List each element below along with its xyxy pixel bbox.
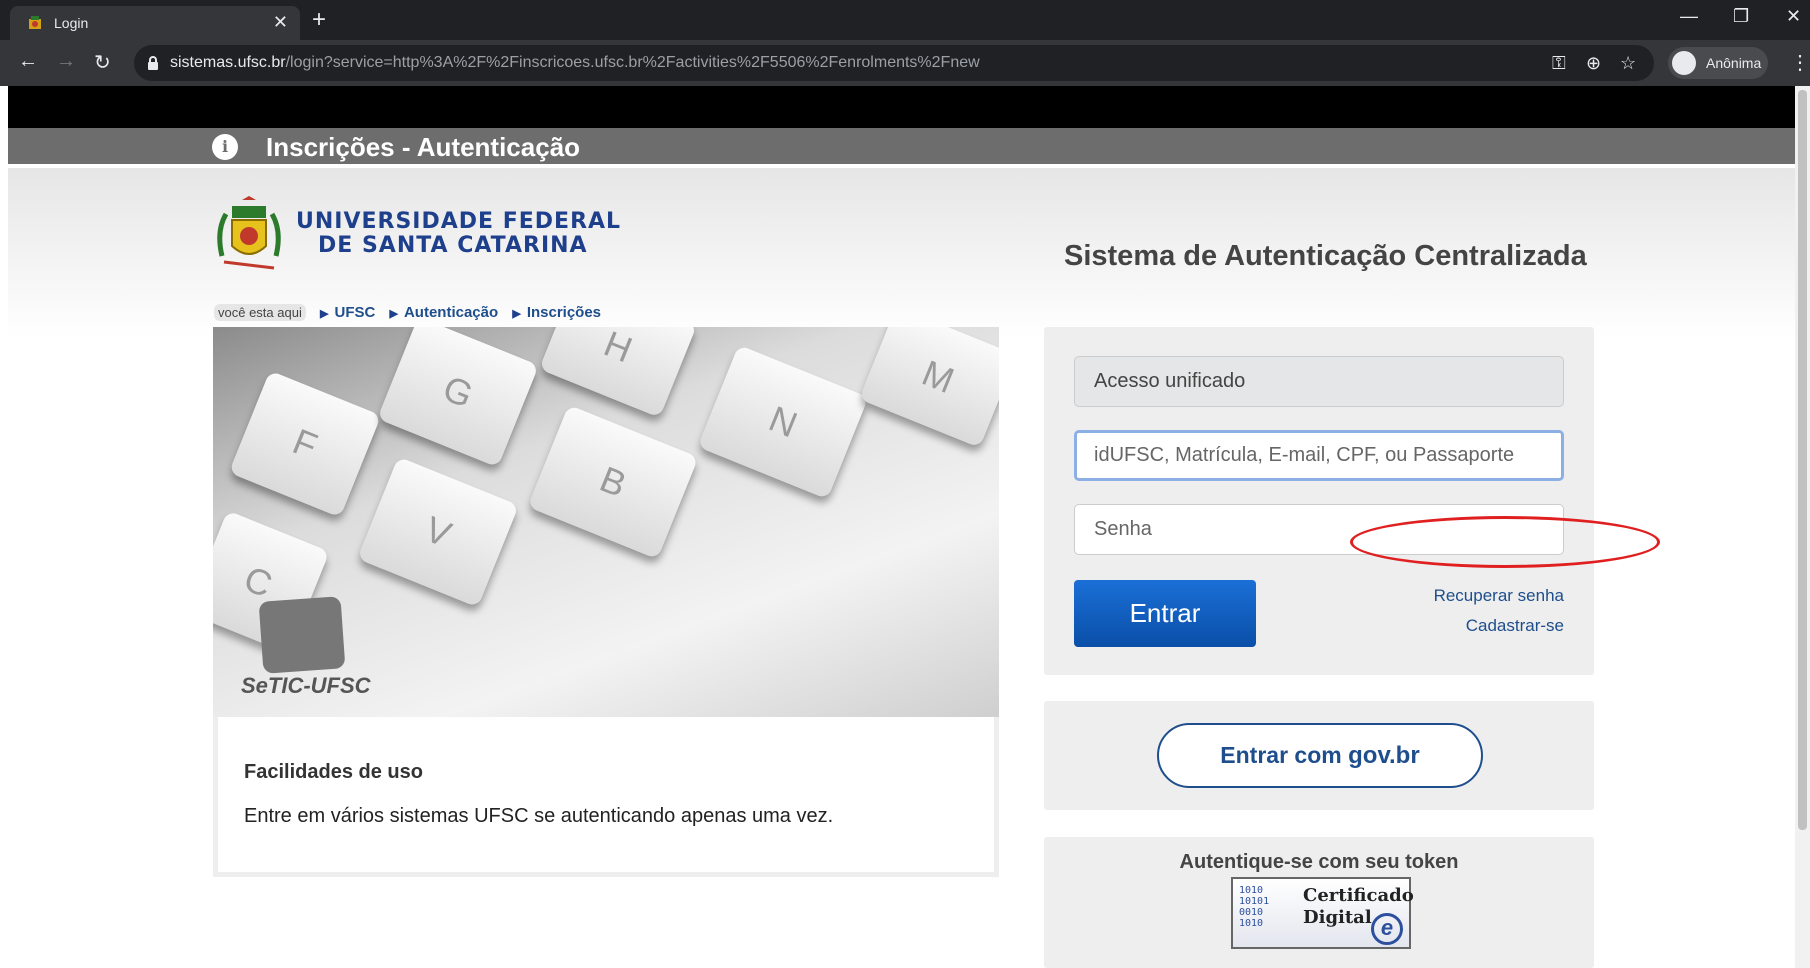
breadcrumb-arrow-icon: ▶ [320, 308, 329, 320]
token-title: Autentique-se com seu token [1179, 851, 1459, 873]
university-name-line2: DE SANTA CATARINA [318, 233, 588, 258]
forward-icon[interactable]: → [56, 50, 76, 73]
tab-close-icon[interactable]: ✕ [273, 12, 288, 33]
university-name: UNIVERSIDADE FEDERAL DE SANTA CATARINA [296, 210, 621, 258]
restore-icon[interactable]: ❐ [1733, 6, 1749, 27]
reload-icon[interactable]: ↻ [94, 50, 111, 75]
browser-tabbar: Login ✕ + — ❐ ✕ [0, 0, 1810, 40]
info-box: Facilidades de uso Entre em vários siste… [213, 717, 999, 877]
key-m: M [859, 327, 999, 448]
password-input[interactable]: Senha [1074, 504, 1564, 555]
binary-pattern-icon: 1010 10101 0010 1010 [1239, 885, 1270, 929]
breadcrumb-autenticacao[interactable]: Autenticação [404, 304, 498, 321]
register-link[interactable]: Cadastrar-se [1466, 616, 1564, 636]
login-button[interactable]: Entrar [1074, 580, 1256, 647]
close-window-icon[interactable]: ✕ [1786, 6, 1801, 27]
info-heading: Facilidades de uso [244, 761, 423, 783]
ufsc-favicon-icon [29, 16, 41, 29]
menu-icon[interactable]: ⋮ [1790, 50, 1810, 75]
system-title: Sistema de Autenticação Centralizada [1064, 240, 1587, 272]
govbr-login-button[interactable]: Entrar com gov.br [1157, 723, 1483, 788]
govbr-panel: Entrar com gov.br [1044, 701, 1594, 810]
keyboard-banner-image: F G H V B N M C SeTIC-UFSC [213, 327, 999, 717]
top-black-bar [8, 86, 1803, 128]
university-name-line1: UNIVERSIDADE FEDERAL [296, 209, 622, 234]
token-panel: Autentique-se com seu token 1010 10101 001… [1044, 837, 1594, 968]
login-panel: Acesso unificado idUFSC, Matrícula, E-ma… [1044, 327, 1594, 675]
breadcrumb-arrow-icon: ▶ [389, 308, 398, 320]
header-bar: i Inscrições - Autenticação [8, 128, 1803, 164]
breadcrumb-arrow-icon: ▶ [512, 308, 521, 320]
minimize-icon[interactable]: — [1680, 6, 1698, 27]
govbr-brand: gov.br [1348, 742, 1420, 769]
url-text: sistemas.ufsc.br/login?service=http%3A%2… [170, 54, 980, 71]
unified-access-label: Acesso unificado [1074, 356, 1564, 407]
username-input[interactable]: idUFSC, Matrícula, E-mail, CPF, ou Passa… [1074, 430, 1564, 481]
tab-title: Login [54, 15, 89, 31]
certificate-line1: Certificado [1303, 885, 1414, 906]
setic-brand: SeTIC-UFSC [241, 673, 371, 698]
star-icon[interactable]: ☆ [1620, 53, 1636, 74]
page-scrollbar[interactable] [1795, 86, 1810, 968]
key-g: G [377, 327, 539, 468]
key-icon[interactable]: ⚿ [1552, 53, 1566, 74]
incognito-icon [1672, 51, 1696, 75]
key-f: F [228, 370, 382, 518]
breadcrumb-here-label: você esta aqui [214, 304, 306, 321]
recover-password-link[interactable]: Recuperar senha [1434, 586, 1564, 606]
breadcrumb-inscricoes[interactable]: Inscrições [527, 304, 601, 321]
key-v: V [357, 456, 519, 608]
browser-tab[interactable]: Login ✕ [10, 6, 300, 40]
new-tab-icon[interactable]: + [312, 6, 326, 34]
setic-logo-icon [258, 596, 346, 674]
page-title: Inscrições - Autenticação [266, 132, 581, 162]
address-bar[interactable]: sistemas.ufsc.br/login?service=http%3A%2… [134, 45, 1654, 81]
profile-label: Anônima [1706, 55, 1762, 71]
ufsc-coat-of-arms-logo [217, 196, 281, 270]
info-text: Entre em vários sistemas UFSC se autenti… [244, 805, 834, 827]
browser-toolbar: ← → ↻ sistemas.ufsc.br/login?service=htt… [0, 40, 1810, 86]
govbr-prefix: Entrar com [1220, 742, 1342, 768]
e-cert-icon: e [1371, 913, 1403, 945]
lock-icon [148, 56, 158, 70]
key-h: H [539, 327, 697, 418]
page: i Inscrições - Autenticação UNIVERSIDADE… [8, 86, 1803, 968]
breadcrumb-ufsc[interactable]: UFSC [334, 304, 375, 321]
info-icon: i [212, 134, 238, 160]
scrollbar-thumb[interactable] [1798, 90, 1807, 830]
breadcrumb: você esta aqui ▶ UFSC ▶ Autenticação ▶ Insc… [214, 304, 601, 321]
digital-certificate-button[interactable]: 1010 10101 0010 1010 Certificado Digital e [1231, 877, 1414, 949]
incognito-profile-button[interactable]: Anônima [1668, 47, 1768, 79]
key-b: B [527, 404, 699, 560]
zoom-icon[interactable]: ⊕ [1586, 53, 1601, 74]
back-icon[interactable]: ← [18, 50, 38, 73]
key-n: N [697, 344, 869, 500]
